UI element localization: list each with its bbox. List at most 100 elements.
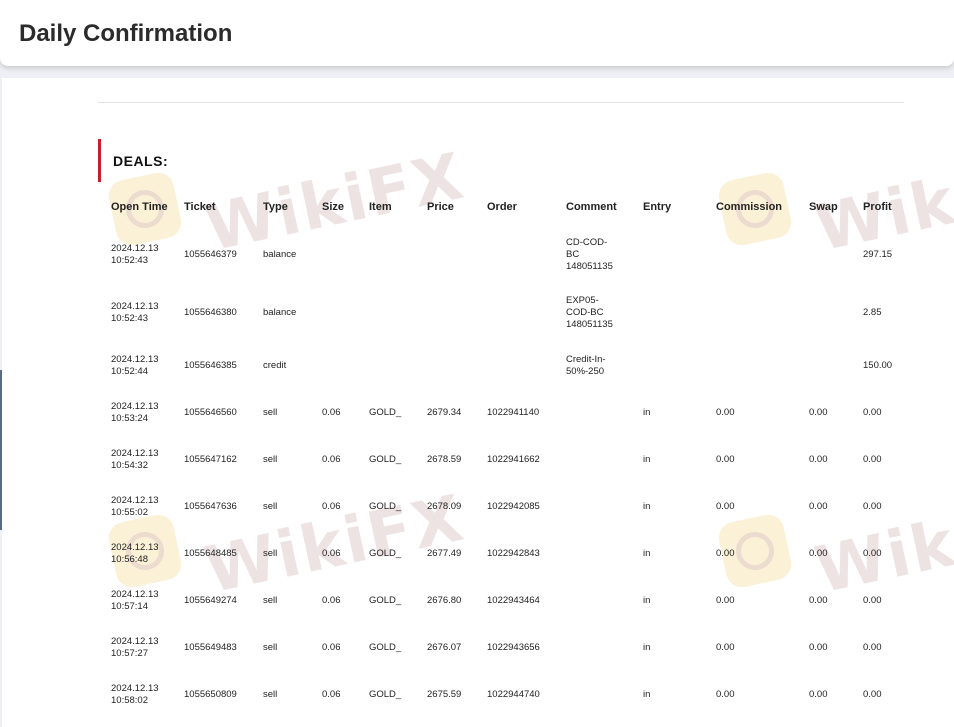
- cell-ticket: 1055646380: [184, 307, 237, 318]
- cell-commission: 0.00: [716, 453, 735, 465]
- cell-ticket: 1055647636: [184, 500, 237, 512]
- cell-profit: 297.15: [863, 249, 893, 260]
- cell-comment: [563, 436, 640, 483]
- cell-size: 0.06: [322, 641, 341, 653]
- cell-item: [366, 284, 424, 342]
- col-order: Order: [487, 201, 517, 213]
- cell-commission: [713, 226, 806, 284]
- cell-swap: 0.00: [809, 547, 828, 559]
- cell-profit: 2.85: [863, 307, 882, 318]
- cell-price: 2678.59: [427, 453, 462, 465]
- cell-item: GOLD_: [369, 406, 402, 418]
- cell-commission: 0.00: [716, 406, 735, 418]
- cell-swap: 0.00: [809, 406, 828, 418]
- cell-swap: 0.00: [809, 641, 828, 653]
- cell-commission: 0.00: [716, 547, 735, 559]
- cell-comment: CD-COD- BC 148051135: [566, 237, 613, 272]
- cell-order: 1022942085: [487, 500, 540, 512]
- cell-profit: 0.00: [863, 453, 882, 465]
- cell-comment: Credit-In- 50%-250: [566, 353, 606, 377]
- cell-comment: [563, 483, 640, 530]
- cell-item: GOLD_: [369, 594, 402, 606]
- cell-order: 1022941140: [487, 406, 540, 418]
- table-row: 2024.12.13 10:52:44 1055646385 credit Cre…: [108, 342, 906, 389]
- cell-open-time: 2024.12.13 10:52:43: [111, 243, 159, 266]
- cell-commission: 0.00: [716, 641, 735, 653]
- cell-ticket: 1055647162: [184, 453, 237, 465]
- cell-order: 1022941662: [487, 453, 540, 465]
- cell-profit: 0.00: [863, 500, 882, 512]
- col-item: Item: [369, 201, 392, 213]
- cell-entry: in: [643, 500, 651, 512]
- cell-order: [484, 226, 563, 284]
- table-row: 2024.12.13 10:55:02 1055647636 sell 0.06 …: [108, 483, 906, 530]
- cell-type: credit: [263, 359, 287, 371]
- cell-comment: [563, 530, 640, 577]
- cell-profit: 150.00: [863, 359, 893, 371]
- col-commission: Commission: [716, 201, 783, 213]
- cell-open-time: 2024.12.13 10:57:27: [111, 635, 159, 659]
- cell-swap: [806, 226, 860, 284]
- cell-size: 0.06: [322, 547, 341, 559]
- cell-swap: 0.00: [809, 688, 828, 700]
- cell-order: [484, 342, 563, 389]
- cell-item: GOLD_: [369, 453, 402, 465]
- table-row: 2024.12.13 10:56:48 1055648485 sell 0.06 …: [108, 530, 906, 577]
- deals-table: Open Time Ticket Type Size Item Price Or…: [108, 188, 906, 718]
- cell-price: 2679.34: [427, 406, 462, 418]
- cell-open-time: 2024.12.13 10:53:24: [111, 400, 159, 424]
- cell-commission: 0.00: [716, 594, 735, 606]
- col-size: Size: [322, 201, 345, 213]
- cell-size: [319, 342, 366, 389]
- table-row: 2024.12.13 10:53:24 1055646560 sell 0.06 …: [108, 389, 906, 436]
- col-comment: Comment: [566, 201, 617, 213]
- cell-type: balance: [263, 249, 297, 260]
- cell-item: GOLD_: [369, 500, 402, 512]
- cell-comment: [563, 671, 640, 718]
- cell-type: sell: [263, 641, 278, 653]
- cell-ticket: 1055650809: [184, 688, 237, 700]
- cell-size: [319, 284, 366, 342]
- cell-commission: 0.00: [716, 500, 735, 512]
- cell-price: 2676.80: [427, 594, 462, 606]
- header-bar: Daily Confirmation: [0, 0, 954, 66]
- cell-open-time: 2024.12.13 10:56:48: [111, 541, 159, 565]
- cell-open-time: 2024.12.13 10:54:32: [111, 447, 159, 471]
- col-open-time: Open Time: [111, 201, 168, 213]
- cell-order: 1022943656: [487, 641, 540, 653]
- col-swap: Swap: [809, 201, 838, 213]
- cell-entry: [640, 284, 713, 342]
- cell-price: [424, 226, 484, 284]
- cell-profit: 0.00: [863, 547, 882, 559]
- table-row: 2024.12.13 10:54:32 1055647162 sell 0.06 …: [108, 436, 906, 483]
- cell-entry: [640, 226, 713, 284]
- cell-comment: [563, 577, 640, 624]
- cell-swap: [806, 342, 860, 389]
- cell-type: sell: [263, 594, 278, 606]
- cell-profit: 0.00: [863, 688, 882, 700]
- cell-order: 1022944740: [487, 688, 540, 700]
- col-type: Type: [263, 201, 288, 213]
- deals-title: DEALS:: [113, 152, 169, 169]
- cell-entry: in: [643, 594, 651, 606]
- cell-item: [366, 342, 424, 389]
- col-price: Price: [427, 201, 454, 213]
- table-row: 2024.12.13 10:58:02 1055650809 sell 0.06 …: [108, 671, 906, 718]
- cell-ticket: 1055646560: [184, 406, 237, 418]
- cell-ticket: 1055646379: [184, 249, 237, 260]
- cell-type: sell: [263, 688, 278, 700]
- cell-price: 2678.09: [427, 500, 462, 512]
- table-row: 2024.12.13 10:57:14 1055649274 sell 0.06 …: [108, 577, 906, 624]
- cell-comment: [563, 624, 640, 671]
- cell-ticket: 1055646385: [184, 359, 237, 371]
- cell-price: [424, 342, 484, 389]
- cell-type: sell: [263, 453, 278, 465]
- cell-order: 1022943464: [487, 594, 540, 606]
- cell-profit: 0.00: [863, 406, 882, 418]
- cell-profit: 0.00: [863, 594, 882, 606]
- cell-entry: in: [643, 641, 651, 653]
- cell-entry: in: [643, 547, 651, 559]
- cell-size: 0.06: [322, 688, 341, 700]
- cell-price: 2676.07: [427, 641, 462, 653]
- cell-item: GOLD_: [369, 641, 402, 653]
